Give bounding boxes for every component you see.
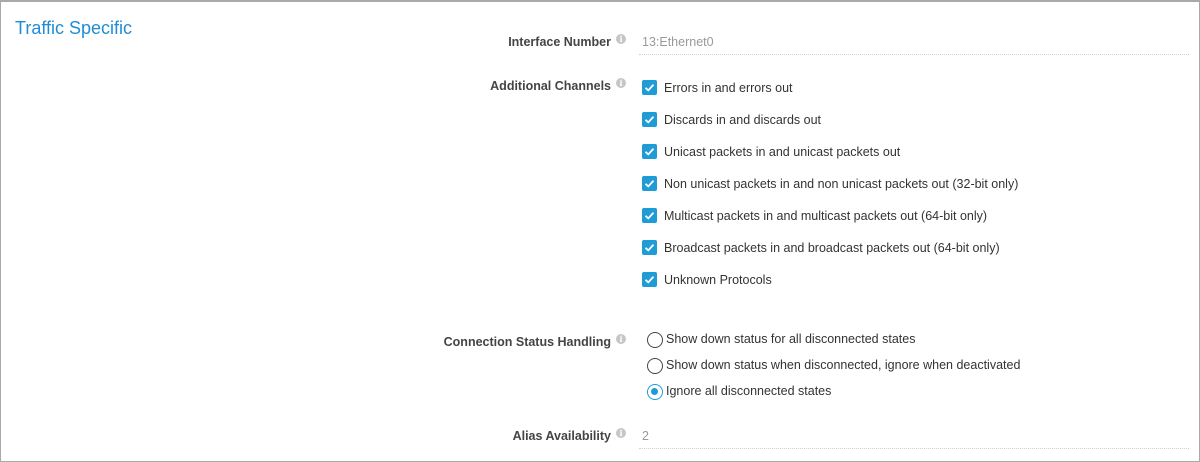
checkbox-checked-icon[interactable] xyxy=(642,144,657,159)
connection-status-label: Connection Status Handling xyxy=(443,335,611,349)
additional-channels-label: Additional Channels xyxy=(490,79,611,93)
interface-number-label: Interface Number xyxy=(508,35,611,49)
alias-availability-label: Alias Availability xyxy=(512,429,611,443)
traffic-specific-panel: Traffic Specific Interface Number i 13:E… xyxy=(0,0,1200,462)
checkbox-label: Errors in and errors out xyxy=(664,81,793,95)
section-title: Traffic Specific xyxy=(15,18,133,38)
radio-label: Ignore all disconnected states xyxy=(666,384,832,398)
radio-unselected-icon[interactable] xyxy=(647,358,663,374)
checkbox-label: Multicast packets in and multicast packe… xyxy=(664,209,988,223)
checkbox-label: Unknown Protocols xyxy=(664,273,772,287)
checkbox-label: Unicast packets in and unicast packets o… xyxy=(664,145,901,159)
radio-label: Show down status when disconnected, igno… xyxy=(666,358,1021,372)
info-icon[interactable]: i xyxy=(616,78,626,88)
checkbox-checked-icon[interactable] xyxy=(642,272,657,287)
alias-availability-value: 2 xyxy=(642,429,649,443)
divider xyxy=(639,448,1189,449)
checkbox-checked-icon[interactable] xyxy=(642,80,657,95)
checkbox-checked-icon[interactable] xyxy=(642,112,657,127)
checkbox-checked-icon[interactable] xyxy=(642,240,657,255)
info-icon[interactable]: i xyxy=(616,34,626,44)
checkbox-label: Non unicast packets in and non unicast p… xyxy=(664,177,1019,191)
radio-label: Show down status for all disconnected st… xyxy=(666,332,916,346)
divider xyxy=(639,54,1189,55)
checkbox-checked-icon[interactable] xyxy=(642,176,657,191)
radio-selected-icon[interactable] xyxy=(647,384,663,400)
info-icon[interactable]: i xyxy=(616,428,626,438)
interface-number-value: 13:Ethernet0 xyxy=(642,35,714,49)
radio-unselected-icon[interactable] xyxy=(647,332,663,348)
checkbox-label: Discards in and discards out xyxy=(664,113,822,127)
checkbox-checked-icon[interactable] xyxy=(642,208,657,223)
checkbox-label: Broadcast packets in and broadcast packe… xyxy=(664,241,1000,255)
info-icon[interactable]: i xyxy=(616,334,626,344)
